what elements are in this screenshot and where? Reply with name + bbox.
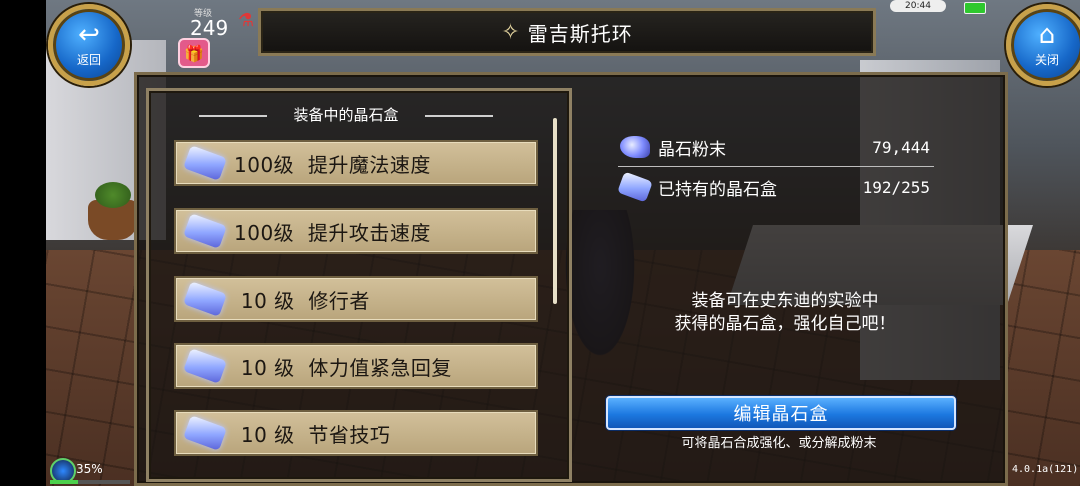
equipped-slot-1[interactable]: 100级 提升魔法速度: [174, 140, 538, 186]
equipped-slot-5[interactable]: 10 级 节省技巧: [174, 410, 538, 456]
close-button[interactable]: ⌂ 关闭: [1006, 4, 1080, 86]
crystal-box-icon: [183, 213, 227, 249]
stat-divider: [618, 166, 934, 167]
screen-edge-bar: [0, 0, 46, 486]
clock-pill: 20:44: [890, 0, 946, 12]
description-line-1: 装备可在史东迪的实验中: [691, 291, 879, 311]
crystal-box-icon: [183, 281, 227, 317]
list-scrollbar[interactable]: [553, 118, 557, 304]
edit-hint-text: 可将晶石合成强化、或分解成粉末: [681, 436, 877, 451]
battery-icon: [964, 2, 986, 14]
network-progress-bar: [50, 480, 130, 484]
owned-boxes-value: 192/255: [862, 177, 930, 197]
network-percent: 35%: [76, 462, 103, 476]
network-progress-fill: [50, 480, 78, 484]
gift-box-icon[interactable]: 🎁: [178, 38, 210, 68]
crystal-powder-row: 晶石粉末 79,444: [620, 132, 930, 162]
equipped-slot-3[interactable]: 10 级 修行者: [174, 276, 538, 322]
crystal-powder-value: 79,444: [872, 137, 930, 157]
crystal-box-icon: [183, 415, 227, 451]
crystal-box-icon: [617, 171, 653, 203]
back-button-label: 返回: [76, 53, 101, 67]
owned-boxes-label: 已持有的晶石盒: [658, 179, 777, 200]
equipped-slot-2[interactable]: 100级 提升攻击速度: [174, 208, 538, 254]
equipped-section-title: 装备中的晶石盒: [146, 104, 546, 125]
scene-plant: [95, 182, 131, 208]
edit-crystal-box-button[interactable]: 编辑晶石盒: [606, 396, 956, 430]
crystal-powder-icon: [620, 136, 650, 158]
level-value: 249: [190, 16, 229, 40]
description-text: 装备可在史东迪的实验中 获得的晶石盒，强化自己吧！: [620, 290, 950, 336]
description-line-2: 获得的晶石盒，强化自己吧！: [674, 314, 896, 334]
slot-label: 10 级 节省技巧: [234, 422, 391, 447]
slot-label: 10 级 修行者: [234, 288, 370, 313]
equipped-section-label: 装备中的晶石盒: [293, 106, 399, 124]
home-icon: ⌂: [1038, 20, 1056, 50]
slot-label: 100级 提升魔法速度: [234, 152, 431, 177]
equipped-slot-4[interactable]: 10 级 体力值紧急回复: [174, 343, 538, 389]
crystal-box-icon: [183, 348, 227, 384]
crystal-box-icon: [183, 145, 227, 181]
slot-label: 100级 提升攻击速度: [234, 220, 431, 245]
potion-flask-icon: ⚗: [238, 10, 255, 31]
title-divider-left: [199, 114, 268, 117]
edit-button-label: 编辑晶石盒: [733, 404, 829, 425]
slot-label: 10 级 体力值紧急回复: [234, 355, 452, 380]
version-label: 4.0.1a(121): [1012, 464, 1079, 475]
back-button[interactable]: ↩ 返回: [48, 4, 130, 86]
player-level: 等级 249: [170, 2, 230, 40]
window-title-bar: ✧ 雷吉斯托环: [258, 8, 876, 56]
title-divider-right: [424, 114, 493, 117]
return-arrow-icon: ↩: [78, 20, 100, 50]
close-button-label: 关闭: [1034, 53, 1059, 67]
owned-boxes-row: 已持有的晶石盒 192/255: [617, 171, 930, 203]
clock-text: 20:44: [905, 1, 931, 11]
page-title: 雷吉斯托环: [527, 21, 633, 46]
crystal-powder-label: 晶石粉末: [658, 139, 726, 160]
ring-emblem-icon: ✧: [501, 19, 520, 45]
